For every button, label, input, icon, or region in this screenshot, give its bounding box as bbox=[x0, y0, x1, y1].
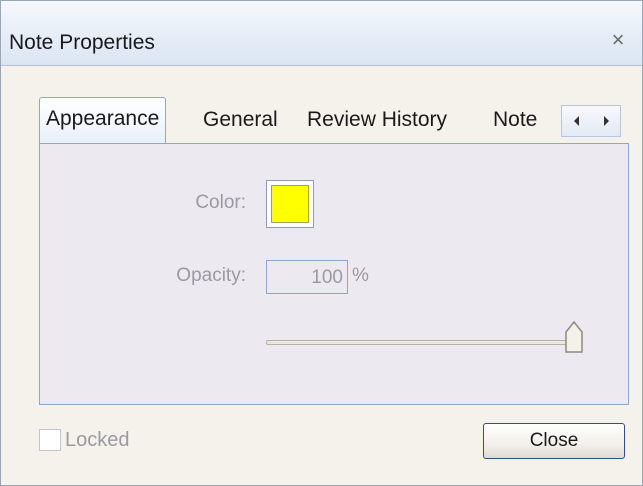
opacity-slider[interactable] bbox=[266, 340, 576, 345]
locked-label: Locked bbox=[65, 429, 130, 451]
dialog-title: Note Properties bbox=[9, 31, 155, 54]
tab-scroll-buttons bbox=[561, 105, 621, 137]
opacity-label: Opacity: bbox=[176, 265, 246, 286]
chevron-left-icon[interactable] bbox=[562, 106, 591, 136]
color-label: Color: bbox=[195, 192, 246, 213]
tab-note[interactable]: Note bbox=[493, 101, 537, 137]
appearance-panel: Color: Opacity: 100 % bbox=[39, 143, 629, 405]
opacity-slider-thumb[interactable] bbox=[564, 320, 584, 354]
chevron-right-icon[interactable] bbox=[591, 106, 620, 136]
color-swatch bbox=[271, 185, 309, 223]
locked-checkbox[interactable] bbox=[39, 429, 61, 451]
note-properties-dialog: Note Properties × Appearance General Rev… bbox=[0, 0, 643, 486]
opacity-input[interactable]: 100 bbox=[266, 260, 348, 294]
tab-appearance[interactable]: Appearance bbox=[39, 97, 167, 144]
tab-strip: Appearance General Review History Note bbox=[39, 97, 627, 144]
close-icon[interactable]: × bbox=[606, 28, 630, 52]
close-button[interactable]: Close bbox=[483, 423, 625, 459]
color-picker-button[interactable] bbox=[266, 180, 314, 228]
opacity-unit: % bbox=[352, 265, 369, 286]
title-bar: Note Properties × bbox=[1, 1, 642, 66]
tab-review-history[interactable]: Review History bbox=[307, 101, 447, 137]
tab-general[interactable]: General bbox=[203, 101, 278, 137]
